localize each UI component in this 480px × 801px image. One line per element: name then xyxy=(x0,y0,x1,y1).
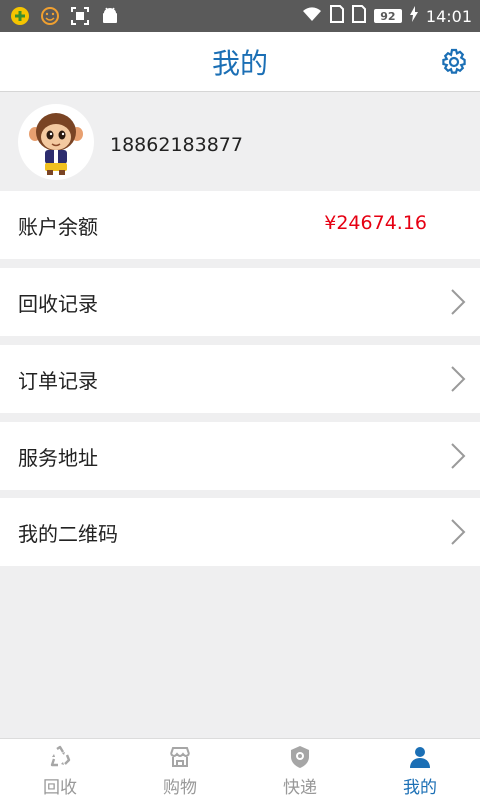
wifi-icon xyxy=(302,6,322,26)
menu-item-label: 回收记录 xyxy=(18,292,98,316)
avatar[interactable] xyxy=(18,104,94,180)
status-bar: 92 14:01 xyxy=(0,0,480,32)
menu-item-my-qrcode[interactable]: 我的二维码 xyxy=(0,498,480,566)
tab-express[interactable]: 快递 xyxy=(240,739,360,801)
menu-item-label: 订单记录 xyxy=(18,369,98,393)
tab-mine[interactable]: 我的 xyxy=(360,739,480,801)
menu-item-label: 服务地址 xyxy=(18,446,98,470)
profile-section: 18862183877 xyxy=(0,92,480,190)
chevron-right-icon xyxy=(451,519,466,545)
battery-icon: 92 xyxy=(373,9,402,23)
sim-icon-2 xyxy=(351,5,366,27)
chevron-right-icon xyxy=(451,289,466,315)
user-phone: 18862183877 xyxy=(110,134,243,156)
scan-notification-icon xyxy=(70,6,90,26)
android-notification-icon xyxy=(100,6,120,26)
shield-icon xyxy=(291,746,309,768)
shop-icon xyxy=(170,747,190,767)
settings-button[interactable] xyxy=(440,48,468,76)
page-title: 我的 xyxy=(211,47,268,80)
chevron-right-icon xyxy=(451,443,466,469)
user-icon xyxy=(410,747,430,768)
clock: 14:01 xyxy=(425,6,472,26)
chevron-right-icon xyxy=(451,366,466,392)
system-status: 92 14:01 xyxy=(302,5,472,27)
bottom-tab-bar: 回收 购物 快递 我的 xyxy=(0,738,480,801)
balance-label: 账户余额 xyxy=(18,215,98,239)
app-header: 我的 xyxy=(0,32,480,92)
monkey-avatar-icon xyxy=(29,113,83,175)
balance-value: ¥24674.16 xyxy=(324,212,427,234)
menu-item-order-records[interactable]: 订单记录 xyxy=(0,345,480,413)
tab-label: 我的 xyxy=(403,778,437,798)
menu-item-label: 我的二维码 xyxy=(18,522,118,546)
recycle-icon xyxy=(50,745,71,767)
charging-icon xyxy=(409,6,418,26)
emoji-notification-icon xyxy=(40,6,60,26)
gear-icon xyxy=(442,48,466,74)
notification-icons xyxy=(10,6,120,26)
account-balance-row[interactable]: 账户余额 ¥24674.16 xyxy=(0,191,480,259)
tab-label: 快递 xyxy=(283,778,317,798)
app-notification-icon xyxy=(10,6,30,26)
sim-icon xyxy=(329,5,344,27)
tab-shopping[interactable]: 购物 xyxy=(120,739,240,801)
tab-label: 回收 xyxy=(43,778,77,798)
tab-recycle[interactable]: 回收 xyxy=(0,739,120,801)
menu-item-service-address[interactable]: 服务地址 xyxy=(0,422,480,490)
tab-label: 购物 xyxy=(163,778,197,798)
menu-item-recycle-records[interactable]: 回收记录 xyxy=(0,268,480,336)
